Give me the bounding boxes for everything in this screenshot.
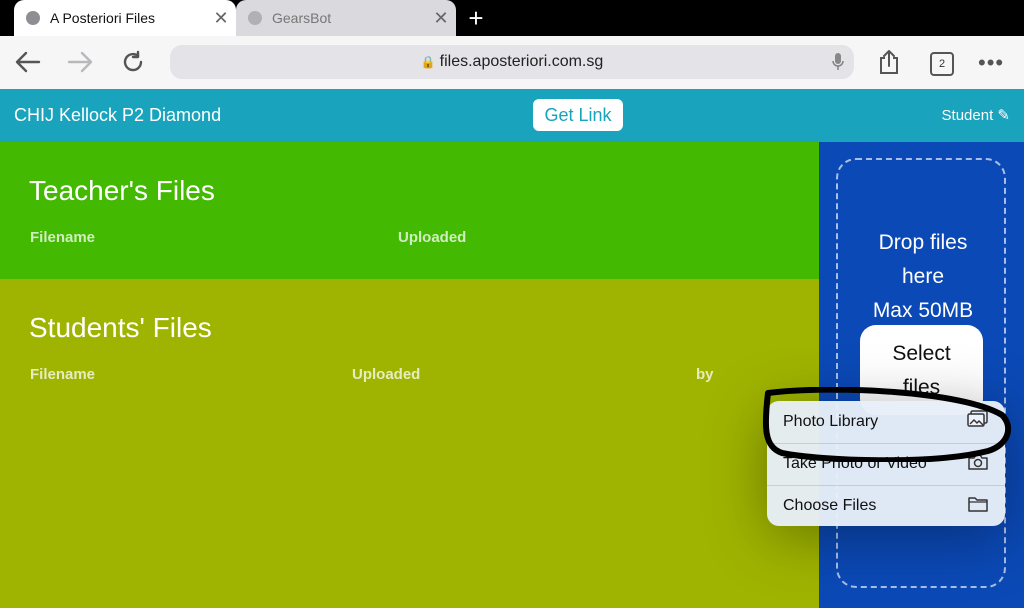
back-arrow-icon[interactable] — [10, 44, 46, 80]
upload-panel: Drop files here Max 50MB Select files — [819, 142, 1024, 608]
select-files-line1: Select — [892, 342, 951, 365]
lock-icon: 🔒 — [420, 55, 436, 69]
get-link-button[interactable]: Get Link — [533, 99, 623, 131]
menu-item-label: Photo Library — [783, 412, 879, 430]
camera-icon — [967, 453, 989, 476]
close-tab-icon[interactable]: ✕ — [206, 8, 236, 29]
globe-icon — [26, 11, 40, 25]
share-icon[interactable] — [871, 44, 907, 80]
browser-tab-bar: A Posteriori Files ✕ GearsBot ✕ + — [0, 0, 1024, 36]
menu-item-label: Take Photo or Video — [783, 455, 927, 472]
address-bar[interactable]: 🔒 files.aposteriori.com.sg — [170, 45, 854, 79]
url-text: files.aposteriori.com.sg — [439, 53, 604, 70]
app-header: CHIJ Kellock P2 Diamond Get Link Student… — [0, 89, 1024, 142]
edit-icon: ✎ — [997, 107, 1010, 124]
max-size-text: Max 50MB — [872, 299, 974, 322]
close-tab-icon[interactable]: ✕ — [426, 8, 456, 29]
folder-icon — [967, 495, 989, 518]
drop-instructions: Drop files here Max 50MB — [838, 226, 1008, 328]
drop-text-line2: here — [901, 265, 945, 288]
select-files-line2: files — [902, 376, 941, 399]
column-header-uploaded: Uploaded — [398, 229, 467, 246]
teacher-files-section: Teacher's Files Filename Uploaded — [0, 142, 819, 279]
tab-count-button[interactable]: 2 — [930, 52, 954, 76]
column-header-filename: Filename — [30, 366, 96, 383]
student-files-section: Students' Files Filename Uploaded by — [0, 279, 819, 608]
menu-item-choose-files[interactable]: Choose Files — [767, 485, 1005, 526]
reload-icon[interactable] — [115, 44, 151, 80]
tab-a-posteriori-files[interactable]: A Posteriori Files ✕ — [14, 0, 236, 36]
section-title: Teacher's Files — [29, 175, 215, 206]
forward-arrow-icon[interactable] — [62, 44, 98, 80]
tab-gearsbot[interactable]: GearsBot ✕ — [236, 0, 456, 36]
microphone-icon[interactable] — [832, 53, 844, 76]
section-title: Students' Files — [29, 312, 212, 343]
column-header-uploaded: Uploaded — [352, 366, 421, 383]
tab-title: A Posteriori Files — [50, 10, 156, 26]
student-label: Student — [941, 107, 994, 124]
class-name: CHIJ Kellock P2 Diamond — [14, 105, 222, 125]
menu-item-photo-library[interactable]: Photo Library — [767, 401, 1005, 442]
gearsbot-favicon-icon — [248, 11, 262, 25]
tab-title: GearsBot — [272, 10, 332, 26]
browser-toolbar: 🔒 files.aposteriori.com.sg — [0, 36, 1024, 89]
column-header-filename: Filename — [30, 229, 96, 246]
new-tab-plus-icon[interactable]: + — [462, 4, 490, 32]
drop-text-line1: Drop files — [878, 231, 968, 254]
file-picker-menu: Photo Library Take Photo or Video Choose… — [767, 401, 1005, 526]
menu-item-take-photo[interactable]: Take Photo or Video — [767, 443, 1005, 484]
photo-library-icon — [967, 410, 989, 433]
menu-item-label: Choose Files — [783, 497, 877, 514]
column-header-by: by — [696, 366, 714, 383]
student-role-link[interactable]: Student ✎ — [942, 89, 1010, 142]
more-options-icon[interactable]: ••• — [978, 50, 1004, 76]
